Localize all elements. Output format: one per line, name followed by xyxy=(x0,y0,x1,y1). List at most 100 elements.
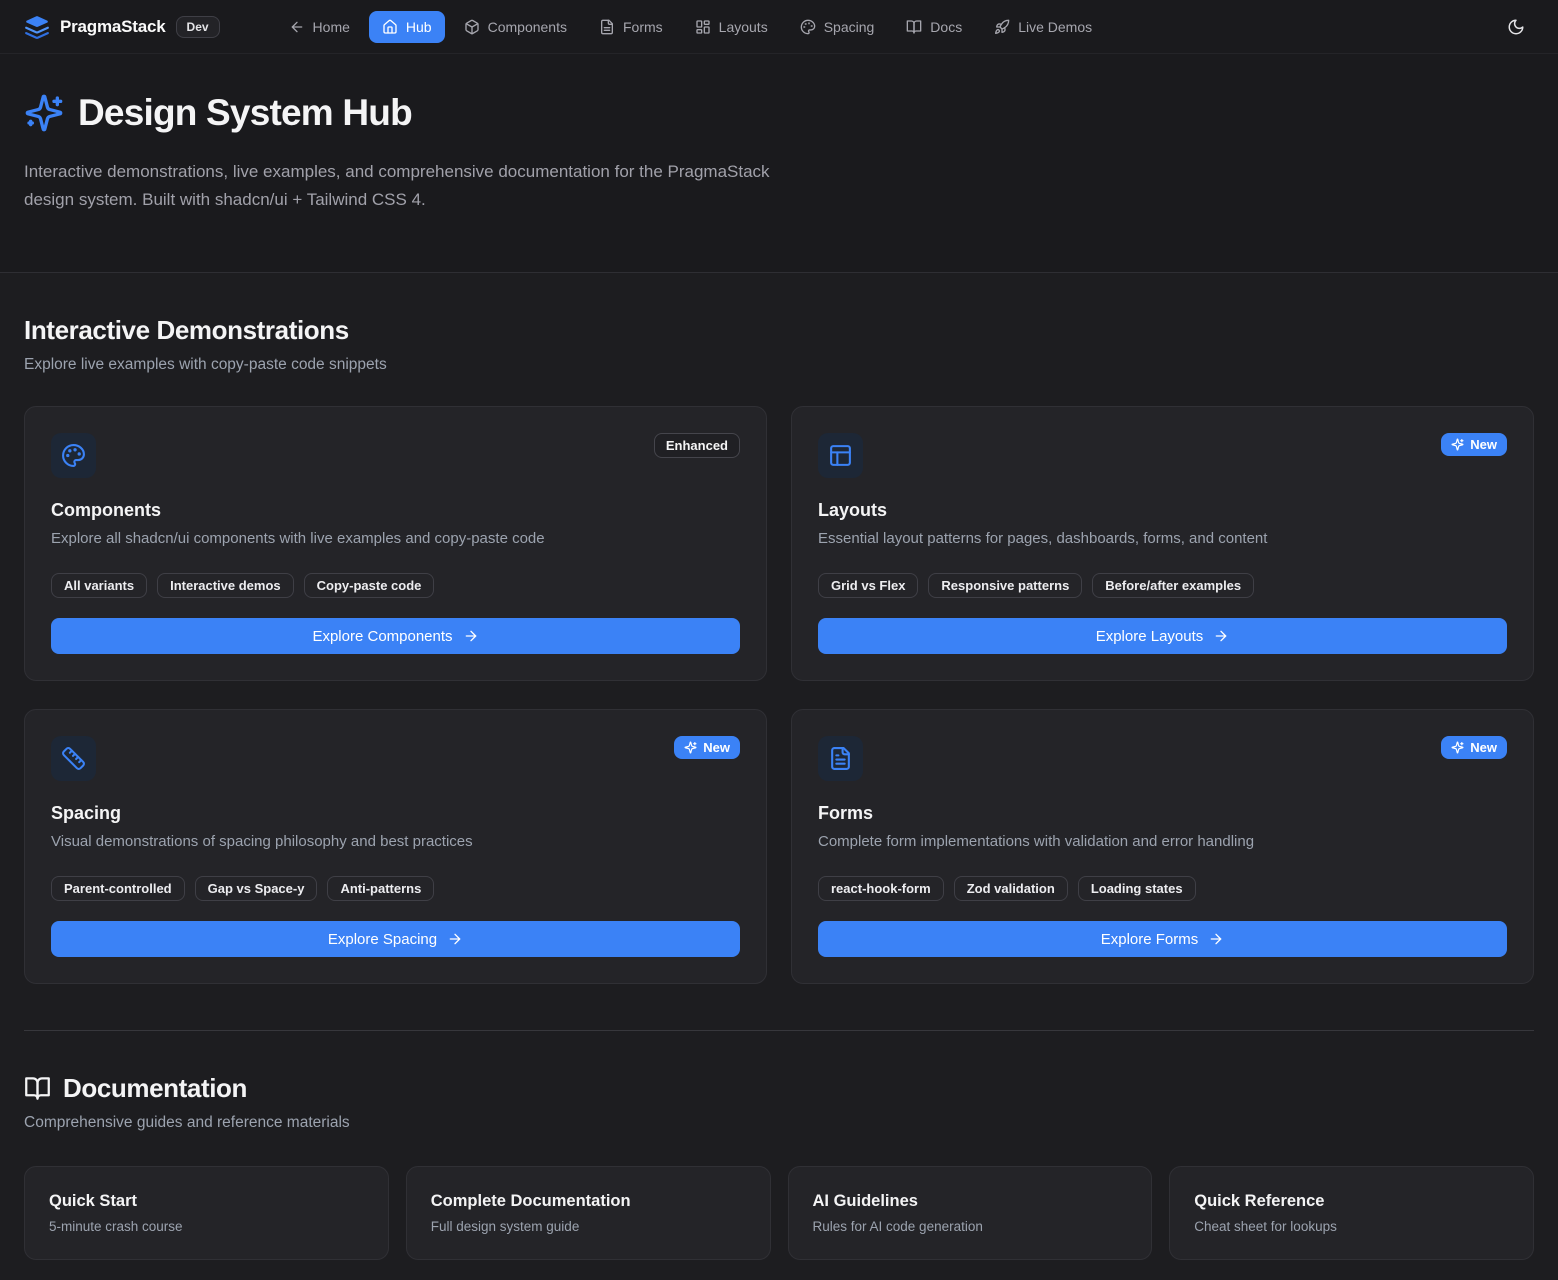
tag: All variants xyxy=(51,573,147,598)
badge-label: New xyxy=(1470,740,1497,755)
doc-card-ai-guidelines[interactable]: AI Guidelines Rules for AI code generati… xyxy=(788,1166,1153,1260)
demos-heading: Interactive Demonstrations xyxy=(24,315,1534,346)
explore-forms-button[interactable]: Explore Forms xyxy=(818,921,1507,957)
nav-item-home[interactable]: Home xyxy=(276,11,363,43)
moon-icon xyxy=(1507,18,1525,36)
tag: Grid vs Flex xyxy=(818,573,918,598)
nav-item-components[interactable]: Components xyxy=(451,11,580,43)
tag: react-hook-form xyxy=(818,876,944,901)
badge-label: New xyxy=(703,740,730,755)
tag: Interactive demos xyxy=(157,573,294,598)
arrow-right-icon xyxy=(1208,931,1224,947)
card-title: Forms xyxy=(818,803,1507,824)
card-title: Components xyxy=(51,500,740,521)
arrow-right-icon xyxy=(463,628,479,644)
card-title: Quick Start xyxy=(49,1192,364,1211)
nav-item-layouts[interactable]: Layouts xyxy=(682,11,781,43)
button-label: Explore Layouts xyxy=(1096,628,1204,645)
book-open-icon xyxy=(24,1075,51,1102)
page-title: Design System Hub xyxy=(78,92,412,134)
main-content: Interactive Demonstrations Explore live … xyxy=(0,273,1558,1280)
new-badge: New xyxy=(1441,433,1507,456)
palette-icon xyxy=(800,19,816,35)
package-icon xyxy=(464,19,480,35)
explore-spacing-button[interactable]: Explore Spacing xyxy=(51,921,740,957)
card-description: Cheat sheet for lookups xyxy=(1194,1219,1509,1234)
status-badge: Enhanced xyxy=(654,433,740,458)
nav-item-docs[interactable]: Docs xyxy=(893,11,975,43)
sparkles-icon xyxy=(684,741,697,754)
nav-item-label: Layouts xyxy=(719,19,768,35)
card-title: AI Guidelines xyxy=(813,1192,1128,1211)
ruler-icon xyxy=(51,736,96,781)
tag-row: Grid vs Flex Responsive patterns Before/… xyxy=(818,573,1507,598)
file-text-icon xyxy=(818,736,863,781)
tag: Copy-paste code xyxy=(304,573,435,598)
card-description: Explore all shadcn/ui components with li… xyxy=(51,530,740,547)
demo-card-forms[interactable]: New Forms Complete form implementations … xyxy=(791,709,1534,984)
page-subtitle: Interactive demonstrations, live example… xyxy=(24,158,774,214)
brand-name: PragmaStack xyxy=(60,17,166,37)
house-icon xyxy=(382,19,398,35)
layers-logo-icon xyxy=(24,14,50,40)
nav-item-spacing[interactable]: Spacing xyxy=(787,11,888,43)
docs-subheading: Comprehensive guides and reference mater… xyxy=(24,1114,1534,1132)
explore-layouts-button[interactable]: Explore Layouts xyxy=(818,618,1507,654)
card-description: Visual demonstrations of spacing philoso… xyxy=(51,833,740,850)
brand[interactable]: PragmaStack Dev xyxy=(24,14,220,40)
button-label: Explore Spacing xyxy=(328,931,437,948)
nav-item-forms[interactable]: Forms xyxy=(586,11,676,43)
top-nav: PragmaStack Dev Home Hub Components Fo xyxy=(0,0,1558,54)
docs-heading: Documentation xyxy=(63,1073,247,1104)
tag-row: Parent-controlled Gap vs Space-y Anti-pa… xyxy=(51,876,740,901)
file-text-icon xyxy=(599,19,615,35)
card-title: Complete Documentation xyxy=(431,1192,746,1211)
sparkles-icon xyxy=(1451,438,1464,451)
nav-item-live-demos[interactable]: Live Demos xyxy=(981,11,1105,43)
nav-item-label: Spacing xyxy=(824,19,875,35)
theme-toggle-button[interactable] xyxy=(1498,9,1534,45)
env-badge: Dev xyxy=(176,16,220,38)
arrow-right-icon xyxy=(447,931,463,947)
nav-item-label: Docs xyxy=(930,19,962,35)
demo-card-layouts[interactable]: New Layouts Essential layout patterns fo… xyxy=(791,406,1534,681)
nav-item-label: Live Demos xyxy=(1018,19,1092,35)
tag: Zod validation xyxy=(954,876,1068,901)
card-description: Complete form implementations with valid… xyxy=(818,833,1507,850)
demo-card-spacing[interactable]: New Spacing Visual demonstrations of spa… xyxy=(24,709,767,984)
panels-layout-icon xyxy=(818,433,863,478)
nav-item-hub[interactable]: Hub xyxy=(369,11,445,43)
nav-items: Home Hub Components Forms Layouts xyxy=(276,11,1490,43)
card-title: Quick Reference xyxy=(1194,1192,1509,1211)
tag-row: All variants Interactive demos Copy-past… xyxy=(51,573,740,598)
card-description: Full design system guide xyxy=(431,1219,746,1234)
card-title: Spacing xyxy=(51,803,740,824)
demos-subheading: Explore live examples with copy-paste co… xyxy=(24,356,1534,374)
card-title: Layouts xyxy=(818,500,1507,521)
tag: Before/after examples xyxy=(1092,573,1254,598)
button-label: Explore Forms xyxy=(1101,931,1199,948)
card-description: Essential layout patterns for pages, das… xyxy=(818,530,1507,547)
tag: Responsive patterns xyxy=(928,573,1082,598)
badge-label: New xyxy=(1470,437,1497,452)
new-badge: New xyxy=(674,736,740,759)
explore-components-button[interactable]: Explore Components xyxy=(51,618,740,654)
nav-item-label: Home xyxy=(313,19,350,35)
button-label: Explore Components xyxy=(312,628,452,645)
tag: Anti-patterns xyxy=(327,876,434,901)
doc-card-complete-documentation[interactable]: Complete Documentation Full design syste… xyxy=(406,1166,771,1260)
nav-item-label: Hub xyxy=(406,19,432,35)
card-description: Rules for AI code generation xyxy=(813,1219,1128,1234)
card-description: 5-minute crash course xyxy=(49,1219,364,1234)
tag: Parent-controlled xyxy=(51,876,185,901)
demo-card-components[interactable]: Enhanced Components Explore all shadcn/u… xyxy=(24,406,767,681)
doc-card-quick-reference[interactable]: Quick Reference Cheat sheet for lookups xyxy=(1169,1166,1534,1260)
layout-grid-icon xyxy=(695,19,711,35)
doc-card-grid: Quick Start 5-minute crash course Comple… xyxy=(24,1166,1534,1260)
doc-card-quick-start[interactable]: Quick Start 5-minute crash course xyxy=(24,1166,389,1260)
arrow-left-icon xyxy=(289,19,305,35)
tag: Gap vs Space-y xyxy=(195,876,318,901)
tag-row: react-hook-form Zod validation Loading s… xyxy=(818,876,1507,901)
palette-icon xyxy=(51,433,96,478)
section-divider xyxy=(24,1030,1534,1031)
